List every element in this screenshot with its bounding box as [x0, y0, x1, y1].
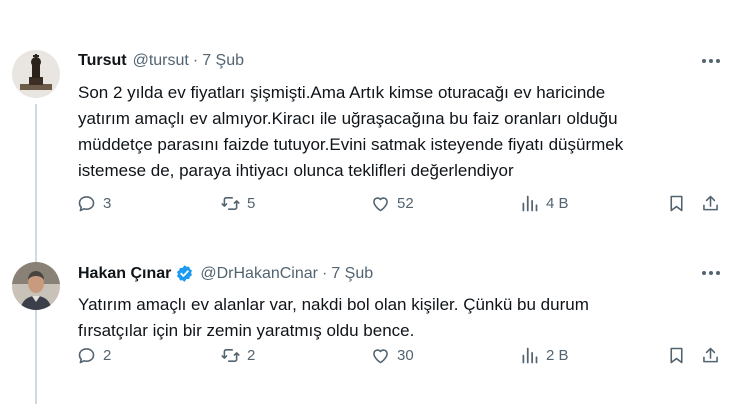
reply-icon — [78, 347, 95, 363]
bookmark-icon — [670, 195, 683, 211]
bookmark-button[interactable] — [666, 345, 691, 366]
avatar[interactable] — [12, 50, 60, 98]
reply-button[interactable]: 2 — [76, 345, 111, 366]
avatar[interactable] — [12, 262, 60, 310]
tweet-header: Hakan Çınar @DrHakanCinar · 7 Şub — [78, 264, 373, 283]
author-name[interactable]: Tursut — [78, 52, 127, 70]
verified-badge-icon — [177, 265, 193, 282]
chess-piece-avatar-icon — [12, 50, 60, 98]
views-count: 2 B — [546, 346, 569, 364]
retweet-button[interactable]: 2 — [220, 345, 255, 366]
retweet-icon — [221, 196, 240, 210]
reply-icon — [78, 195, 95, 211]
tweet-text: Son 2 yılda ev fiyatları şişmişti.Ama Ar… — [78, 80, 718, 184]
person-photo-avatar-icon — [12, 262, 60, 310]
more-options-icon[interactable] — [700, 264, 722, 282]
share-button[interactable] — [700, 345, 725, 366]
like-count: 52 — [397, 194, 414, 212]
views-chart-icon — [522, 347, 538, 363]
reply-count: 3 — [103, 194, 112, 212]
separator-dot: · — [192, 52, 199, 69]
tweet-text: Yatırım amaçlı ev alanlar var, nakdi bol… — [78, 292, 718, 344]
bookmark-icon — [670, 347, 683, 363]
tweet-date[interactable]: 7 Şub — [202, 52, 244, 70]
tweet-text-line: müddetçe parasını faizde tutuyor.Evini s… — [78, 135, 624, 154]
tweet-text-line: yatırım amaçlı ev almıyor.Kiracı ile uğr… — [78, 109, 618, 128]
author-name[interactable]: Hakan Çınar — [78, 265, 171, 283]
author-handle[interactable]: @tursut — [133, 52, 189, 70]
views-button[interactable]: 2 B — [519, 345, 569, 366]
views-button[interactable]: 4 B — [519, 193, 569, 214]
more-options-icon[interactable] — [700, 52, 722, 70]
reply-button[interactable]: 3 — [76, 193, 111, 214]
retweet-count: 2 — [247, 346, 256, 364]
tweet-text-line: Son 2 yılda ev fiyatları şişmişti.Ama Ar… — [78, 83, 606, 102]
retweet-button[interactable]: 5 — [220, 193, 255, 214]
tweet-date[interactable]: 7 Şub — [331, 265, 373, 283]
views-count: 4 B — [546, 194, 569, 212]
share-icon — [703, 347, 718, 362]
reply-count: 2 — [103, 346, 112, 364]
separator-dot: · — [321, 264, 328, 282]
like-button[interactable]: 52 — [370, 193, 414, 214]
tweet-text-line: Yatırım amaçlı ev alanlar var, nakdi bol… — [78, 295, 589, 314]
like-count: 30 — [397, 346, 414, 364]
retweet-icon — [221, 348, 240, 362]
tweet-header: Tursut @tursut · 7 Şub — [78, 52, 244, 70]
share-icon — [703, 195, 718, 210]
views-chart-icon — [522, 195, 538, 211]
tweet-text-line: istemese de, paraya ihtiyacı olunca tekl… — [78, 161, 514, 180]
like-button[interactable]: 30 — [370, 345, 414, 366]
share-button[interactable] — [700, 193, 725, 214]
tweet-hakan-cinar[interactable]: Hakan Çınar @DrHakanCinar · 7 Şub Yatırı… — [0, 250, 730, 420]
bookmark-button[interactable] — [666, 193, 691, 214]
author-handle[interactable]: @DrHakanCinar — [200, 265, 318, 283]
tweet-tursut[interactable]: Tursut @tursut · 7 Şub Son 2 yılda ev fi… — [0, 38, 730, 404]
retweet-count: 5 — [247, 194, 256, 212]
tweet-text-line: fırsatçılar için bir zemin yaratmış oldu… — [78, 321, 415, 340]
heart-icon — [373, 348, 388, 363]
heart-icon — [373, 196, 388, 211]
